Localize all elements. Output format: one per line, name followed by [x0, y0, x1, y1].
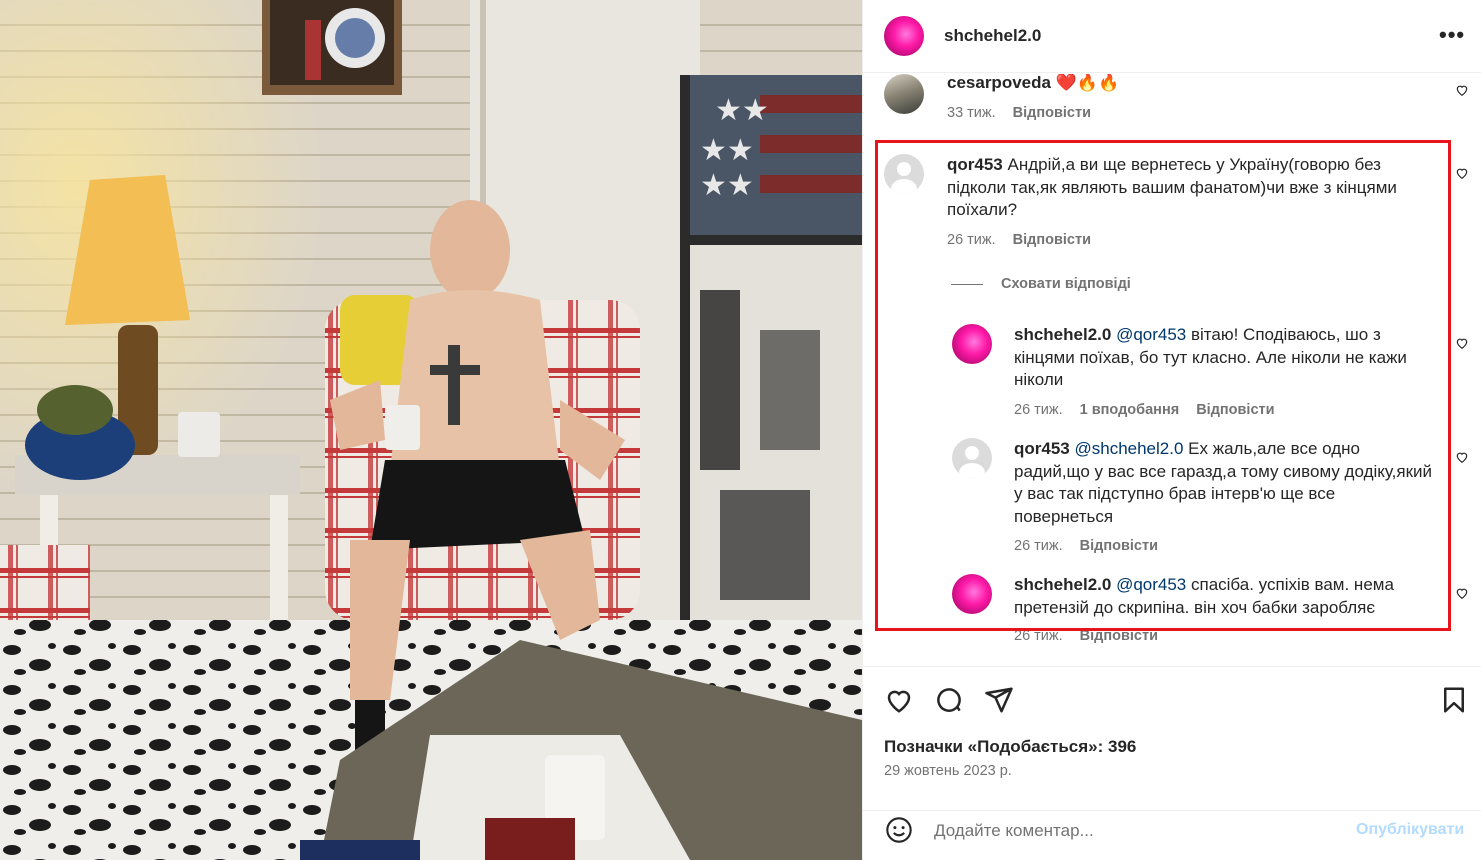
comment-time[interactable]: 26 тиж. — [947, 232, 996, 248]
reply: shchehel2.0 @qor453 спасіба. успіхів вам… — [863, 574, 1481, 664]
comment-username[interactable]: cesarpoveda — [947, 74, 1051, 92]
comment-text: shchehel2.0 @qor453 вітаю! Сподіваюсь, ш… — [1014, 324, 1434, 392]
comment-meta: 26 тиж. Відповісти — [947, 232, 1104, 248]
likes-count[interactable]: Позначки «Подобається»: 396 — [884, 737, 1136, 757]
comment-bubble-icon[interactable] — [934, 685, 964, 715]
comment-body: Андрій,а ви ще вернетесь у Україну(говор… — [947, 155, 1397, 219]
comment-time[interactable]: 26 тиж. — [1014, 538, 1063, 554]
author-avatar[interactable] — [884, 16, 924, 56]
mention-link[interactable]: @qor453 — [1116, 575, 1186, 594]
commenter-avatar[interactable] — [952, 324, 992, 364]
comment-body: ❤️🔥🔥 — [1055, 74, 1120, 92]
post-actions: Позначки «Подобається»: 396 29 жовтень 2… — [863, 666, 1481, 810]
post-side-panel: shchehel2.0 ••• cesarpoveda ❤️🔥🔥 33 тиж.… — [862, 0, 1481, 860]
reply-button[interactable]: Відповісти — [1080, 628, 1158, 644]
post-date[interactable]: 29 жовтень 2023 р. — [884, 763, 1012, 779]
like-comment-heart-icon[interactable] — [1455, 336, 1469, 350]
reply-button[interactable]: Відповісти — [1013, 105, 1091, 121]
comment: qor453 Андрій,а ви ще вернетесь у Україн… — [863, 154, 1481, 254]
comment-time[interactable]: 26 тиж. — [1014, 402, 1063, 418]
reply: qor453 @shchehel2.0 Ех жаль,але все одно… — [863, 438, 1481, 558]
comment-text: cesarpoveda ❤️🔥🔥 — [947, 74, 1437, 95]
comment-meta: 26 тиж. Відповісти — [1014, 538, 1171, 554]
comment-text: qor453 Андрій,а ви ще вернетесь у Україн… — [947, 154, 1417, 222]
reply-button[interactable]: Відповісти — [1196, 402, 1274, 418]
commenter-avatar[interactable] — [884, 154, 924, 194]
comment-meta: 26 тиж. Відповісти — [1014, 628, 1171, 644]
like-comment-heart-icon[interactable] — [1455, 166, 1469, 180]
comment-username[interactable]: shchehel2.0 — [1014, 575, 1111, 594]
hide-replies-button[interactable]: Сховати відповіді — [951, 276, 1131, 292]
commenter-avatar[interactable] — [952, 574, 992, 614]
comment-time[interactable]: 33 тиж. — [947, 105, 996, 121]
post-comment-button[interactable]: Опублікувати — [1356, 821, 1464, 839]
like-heart-icon[interactable] — [884, 685, 914, 715]
comment-likes-count[interactable]: 1 вподобання — [1080, 402, 1180, 418]
comment-input[interactable] — [934, 817, 1344, 845]
svg-text:★★: ★★ — [700, 168, 754, 203]
comment-time[interactable]: 26 тиж. — [1014, 628, 1063, 644]
reply: shchehel2.0 @qor453 вітаю! Сподіваюсь, ш… — [863, 324, 1481, 424]
comment-text: shchehel2.0 @qor453 спасіба. успіхів вам… — [1014, 574, 1434, 619]
emoji-smiley-icon[interactable] — [885, 816, 913, 844]
comment-username[interactable]: qor453 — [947, 155, 1003, 174]
commenter-avatar[interactable] — [884, 74, 924, 114]
comment-meta: 26 тиж. 1 вподобання Відповісти — [1014, 402, 1288, 418]
svg-text:★★: ★★ — [715, 93, 769, 128]
mention-link[interactable]: @shchehel2.0 — [1074, 439, 1183, 458]
reply-button[interactable]: Відповісти — [1080, 538, 1158, 554]
replies-divider-line — [951, 283, 983, 285]
post-photo: ★★ ★★ ★★ — [0, 0, 862, 860]
hide-replies-label: Сховати відповіді — [1001, 276, 1131, 292]
save-bookmark-icon[interactable] — [1439, 685, 1469, 715]
comment-username[interactable]: shchehel2.0 — [1014, 325, 1111, 344]
add-comment-bar: Опублікувати — [863, 810, 1481, 860]
like-comment-heart-icon[interactable] — [1455, 83, 1469, 97]
comment-text: qor453 @shchehel2.0 Ех жаль,але все одно… — [1014, 438, 1434, 528]
comment-meta: 33 тиж. Відповісти — [947, 105, 1104, 121]
share-paper-plane-icon[interactable] — [984, 685, 1014, 715]
commenter-avatar[interactable] — [952, 438, 992, 478]
svg-text:★★: ★★ — [700, 133, 754, 168]
like-comment-heart-icon[interactable] — [1455, 586, 1469, 600]
comments-list[interactable]: cesarpoveda ❤️🔥🔥 33 тиж. Відповісти qor4… — [863, 74, 1481, 666]
post-header: shchehel2.0 ••• — [863, 0, 1481, 73]
author-username[interactable]: shchehel2.0 — [944, 26, 1041, 46]
like-comment-heart-icon[interactable] — [1455, 450, 1469, 464]
more-horizontal-icon[interactable]: ••• — [1439, 22, 1465, 48]
reply-button[interactable]: Відповісти — [1013, 232, 1091, 248]
comment-username[interactable]: qor453 — [1014, 439, 1070, 458]
mention-link[interactable]: @qor453 — [1116, 325, 1186, 344]
comment: cesarpoveda ❤️🔥🔥 33 тиж. Відповісти — [863, 74, 1481, 134]
